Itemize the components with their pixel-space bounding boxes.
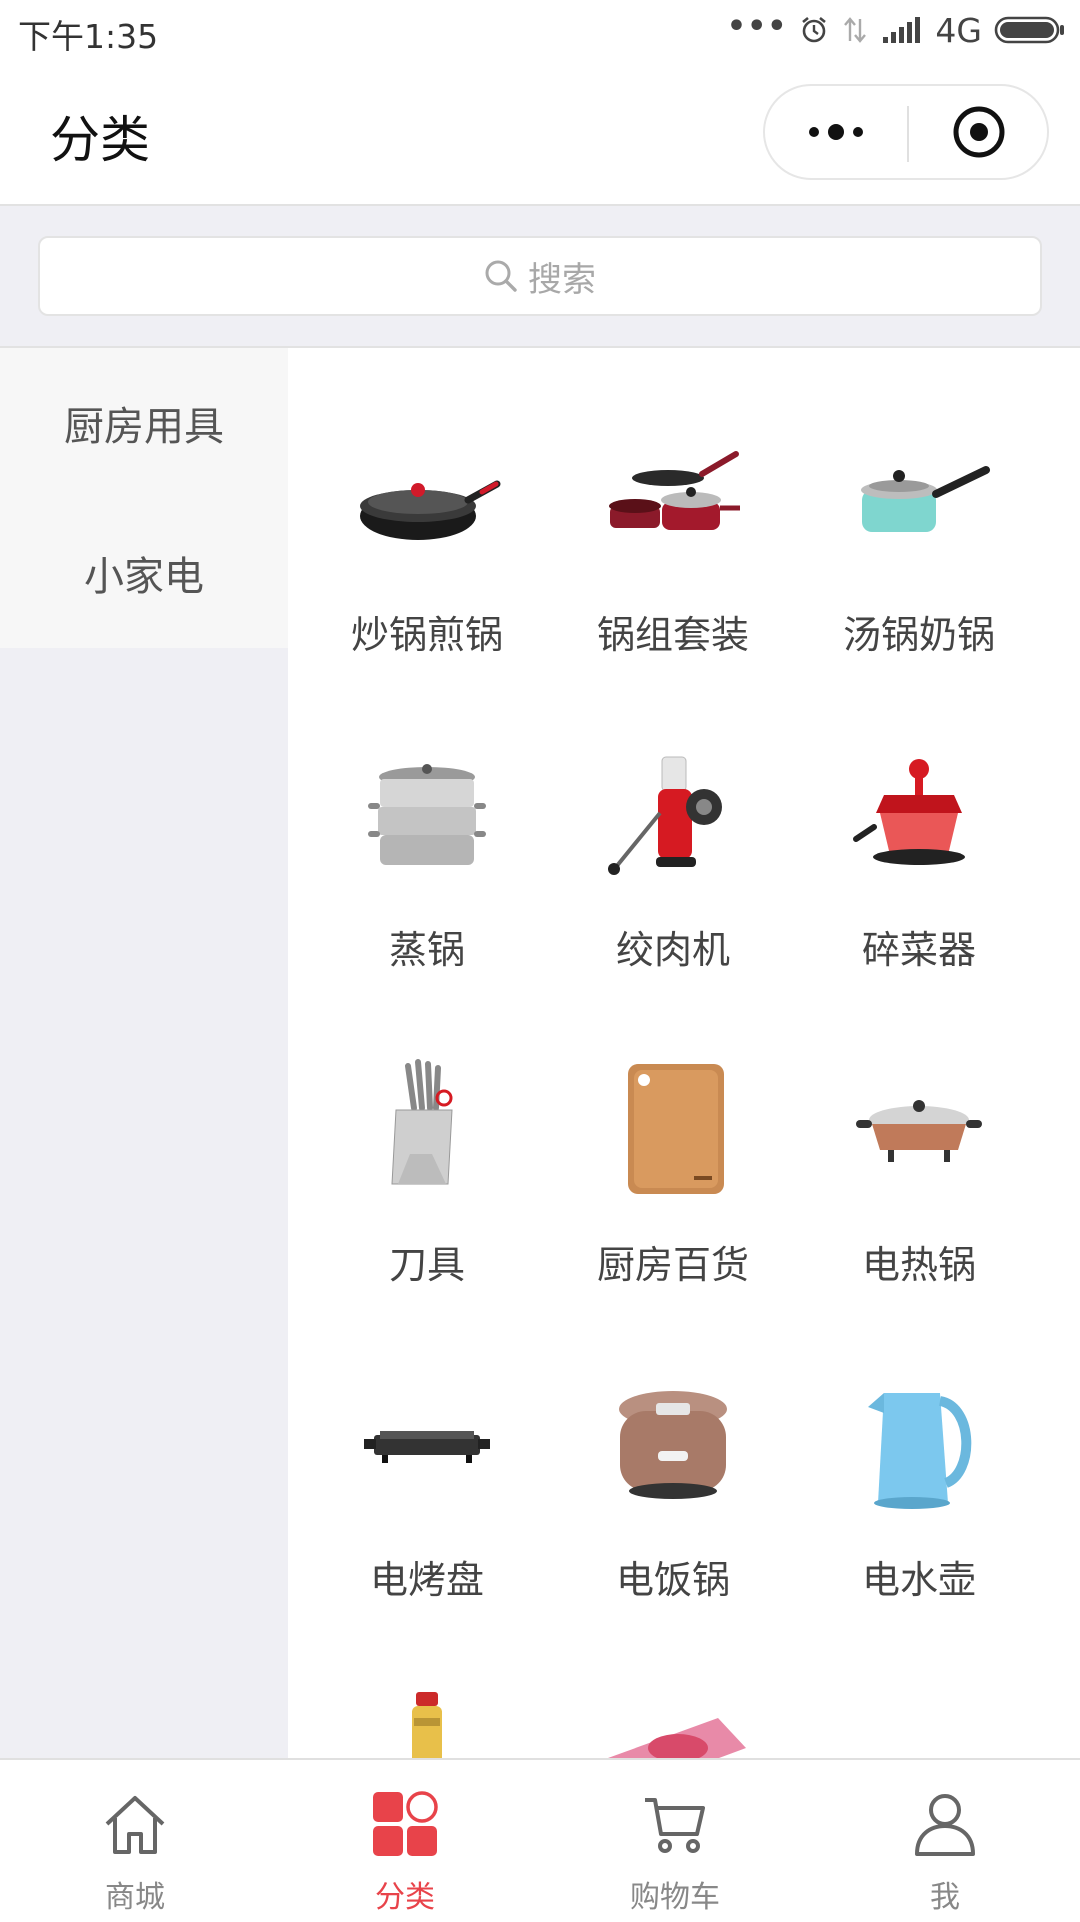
steamer-icon (368, 764, 486, 865)
tab-cart[interactable]: 购物车 (540, 1760, 810, 1922)
grid-item-steamer[interactable]: 蒸锅 (304, 743, 550, 1043)
grid-item-grill-plate[interactable]: 电烤盘 (304, 1373, 550, 1673)
grid-item-label: 电饭锅 (615, 1558, 730, 1602)
knife-block-icon (391, 1059, 453, 1185)
status-time: 下午1:35 (18, 17, 159, 56)
pot-set-icon (609, 451, 740, 530)
category-icon (373, 1791, 438, 1856)
close-target-icon (953, 106, 1005, 158)
tab-label: 商城 (105, 1880, 165, 1915)
more-icon (809, 124, 863, 140)
sidebar-item-small-appliances[interactable]: 小家电 (0, 498, 288, 648)
category-grid: 炒锅煎锅 锅组套装 汤锅奶锅 蒸锅 绞肉机 碎菜器 刀具 厨房百货 电热锅 电烤… (288, 348, 1080, 1758)
grid-item-milk-pot[interactable]: 汤锅奶锅 (796, 428, 1042, 728)
alarm-icon (802, 16, 827, 43)
rice-cooker-icon (619, 1391, 727, 1499)
tab-label: 我 (930, 1880, 960, 1915)
status-icons: ••• 4G (727, 8, 1066, 52)
search-area: 搜索 (0, 206, 1080, 348)
induction-cooker-icon (608, 1718, 746, 1758)
bottle-icon (412, 1692, 442, 1758)
vegetable-chopper-icon (853, 759, 965, 865)
grid-item-cutting-board[interactable]: 厨房百货 (550, 1058, 796, 1358)
meat-grinder-icon (608, 756, 722, 875)
tab-label: 分类 (375, 1880, 435, 1915)
grid-item-wok[interactable]: 炒锅煎锅 (304, 428, 550, 728)
grid-item-induction-cooker[interactable] (550, 1688, 796, 1758)
page-title: 分类 (50, 111, 150, 169)
grid-item-label: 蒸锅 (388, 928, 465, 972)
signal-icon (883, 17, 921, 43)
grid-item-label: 汤锅奶锅 (842, 613, 995, 657)
tab-label: 购物车 (630, 1880, 720, 1915)
grid-item-electric-hotpot[interactable]: 电热锅 (796, 1058, 1042, 1358)
search-input[interactable]: 搜索 (38, 236, 1042, 316)
grid-item-label: 厨房百货 (596, 1243, 749, 1287)
grill-plate-icon (364, 1431, 490, 1463)
cutting-board-icon (628, 1064, 724, 1194)
milk-pot-icon (861, 466, 990, 532)
grid-item-label: 锅组套装 (596, 613, 749, 657)
kettle-icon (868, 1393, 972, 1509)
status-bar: 下午1:35 ••• 4G (0, 0, 1080, 62)
grid-item-label: 电烤盘 (369, 1558, 484, 1602)
status-dots: ••• (726, 8, 788, 44)
grid-item-kettle[interactable]: 电水壶 (796, 1373, 1042, 1673)
search-placeholder: 搜索 (528, 259, 596, 300)
grid-item-label: 绞肉机 (615, 928, 730, 972)
more-button[interactable] (765, 86, 907, 178)
grid-item-label: 碎菜器 (861, 928, 976, 972)
mini-program-capsule (763, 84, 1049, 180)
close-button[interactable] (909, 86, 1049, 178)
data-arrows-icon (844, 17, 867, 43)
search-icon (485, 260, 517, 292)
cart-icon (645, 1798, 705, 1853)
grid-item-label: 电热锅 (861, 1243, 976, 1287)
grid-item-bottle[interactable] (304, 1688, 550, 1758)
grid-item-rice-cooker[interactable]: 电饭锅 (550, 1373, 796, 1673)
network-type: 4G (935, 10, 982, 50)
wok-icon (360, 480, 501, 540)
tab-mall[interactable]: 商城 (0, 1760, 270, 1922)
category-sidebar: 厨房用具 小家电 (0, 348, 288, 1758)
nav-bar: 分类 (0, 62, 1080, 206)
grid-item-label: 电水壶 (861, 1558, 976, 1602)
battery-icon (994, 16, 1064, 44)
grid-item-label: 炒锅煎锅 (350, 613, 503, 657)
profile-icon (915, 1794, 975, 1856)
grid-item-knife-block[interactable]: 刀具 (304, 1058, 550, 1358)
grid-item-meat-grinder[interactable]: 绞肉机 (550, 743, 796, 1043)
sidebar-item-kitchenware[interactable]: 厨房用具 (0, 348, 288, 498)
tab-profile[interactable]: 我 (810, 1760, 1080, 1922)
grid-item-vegetable-chopper[interactable]: 碎菜器 (796, 743, 1042, 1043)
home-icon (105, 1796, 165, 1854)
tab-bar: 商城 分类 购物车 我 (0, 1758, 1080, 1922)
grid-item-label: 刀具 (388, 1243, 465, 1287)
electric-hotpot-icon (856, 1100, 982, 1162)
tab-category[interactable]: 分类 (270, 1760, 540, 1922)
grid-item-pot-set[interactable]: 锅组套装 (550, 428, 796, 728)
